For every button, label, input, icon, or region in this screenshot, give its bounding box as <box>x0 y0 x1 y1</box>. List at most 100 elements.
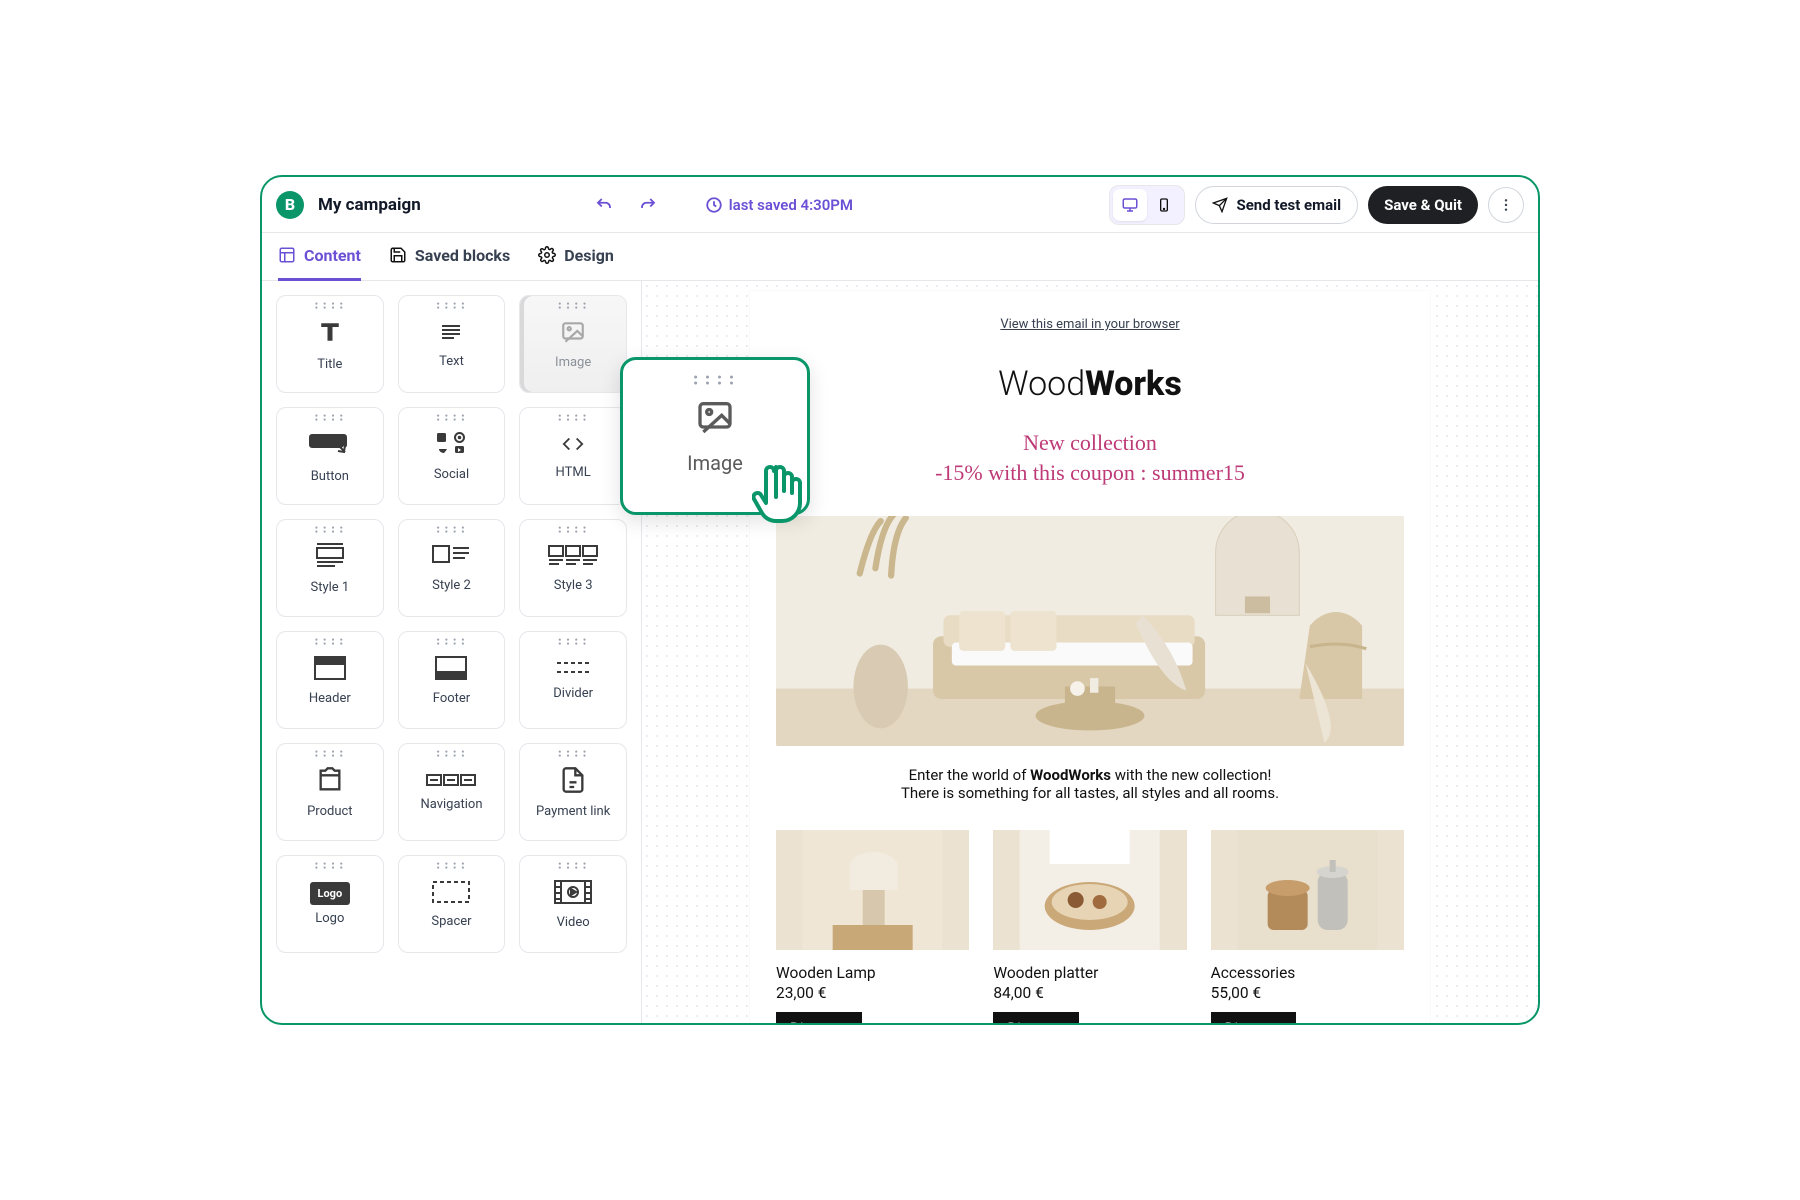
product-image <box>1211 830 1404 950</box>
product-name: Wooden platter <box>993 964 1186 982</box>
block-image-placeholder[interactable]: ● ● ● ●● ● ● ● Image <box>519 295 627 393</box>
discover-button[interactable]: Discover <box>993 1012 1079 1023</box>
last-saved-label: last saved 4:30PM <box>729 196 853 214</box>
drag-handle-icon: ● ● ● ●● ● ● ● <box>437 862 467 870</box>
block-style1-label: Style 1 <box>310 580 349 595</box>
promo-line-1: New collection <box>776 430 1404 456</box>
mobile-preview-button[interactable] <box>1147 189 1181 221</box>
email-brand: WoodWorks <box>776 364 1404 404</box>
discover-button[interactable]: Discover <box>1211 1012 1297 1023</box>
block-product[interactable]: ● ● ● ●● ● ● ● Product <box>276 743 384 841</box>
product-card[interactable]: Wooden Lamp 23,00 € Discover <box>776 830 969 1023</box>
divider-icon <box>555 660 591 680</box>
product-image <box>776 830 969 950</box>
block-spacer[interactable]: ● ● ● ●● ● ● ● Spacer <box>398 855 506 953</box>
block-style1[interactable]: ● ● ● ●● ● ● ● Style 1 <box>276 519 384 617</box>
brand-light: Wood <box>998 364 1085 404</box>
tab-saved-blocks-label: Saved blocks <box>415 246 510 265</box>
drag-handle-icon: ● ● ● ●● ● ● ● <box>315 638 345 646</box>
desktop-preview-button[interactable] <box>1113 189 1147 221</box>
brand-logo: B <box>276 191 304 219</box>
block-style3[interactable]: ● ● ● ●● ● ● ● Style 3 <box>519 519 627 617</box>
block-navigation[interactable]: ● ● ● ●● ● ● ● Navigation <box>398 743 506 841</box>
product-price: 23,00 € <box>776 984 969 1002</box>
block-image-label: Image <box>555 355 591 370</box>
block-style3-label: Style 3 <box>554 578 593 593</box>
tab-saved-blocks[interactable]: Saved blocks <box>389 233 510 281</box>
block-payment-link-label: Payment link <box>536 804 610 819</box>
block-text[interactable]: ● ● ● ●● ● ● ● Text <box>398 295 506 393</box>
product-card[interactable]: Accessories 55,00 € Discover <box>1211 830 1404 1023</box>
drag-handle-icon: ● ● ● ●● ● ● ● <box>315 526 345 534</box>
undo-button[interactable] <box>589 190 619 220</box>
drag-handle-icon: ● ● ● ●● ● ● ● <box>315 302 345 310</box>
drag-handle-icon: ● ● ● ●● ● ● ● <box>315 414 345 422</box>
block-html-label: HTML <box>556 465 591 480</box>
block-logo[interactable]: ● ● ● ●● ● ● ● Logo Logo <box>276 855 384 953</box>
tab-design[interactable]: Design <box>538 233 614 281</box>
video-icon <box>553 879 593 909</box>
block-html[interactable]: ● ● ● ●● ● ● ● HTML <box>519 407 627 505</box>
block-text-label: Text <box>439 354 464 369</box>
drag-handle-icon: ● ● ● ●● ● ● ● <box>437 750 467 758</box>
email-preview: View this email in your browser WoodWork… <box>750 291 1430 1023</box>
block-social[interactable]: ● ● ● ●● ● ● ● Social <box>398 407 506 505</box>
block-footer[interactable]: ● ● ● ●● ● ● ● Footer <box>398 631 506 729</box>
drag-handle-icon: ● ● ● ●● ● ● ● <box>558 638 588 646</box>
hero-image[interactable] <box>776 516 1404 746</box>
block-title[interactable]: ● ● ● ●● ● ● ● Title <box>276 295 384 393</box>
drag-handle-icon: ● ● ● ●● ● ● ● <box>437 302 467 310</box>
product-icon <box>315 766 345 798</box>
title-icon <box>315 317 345 351</box>
save-quit-label: Save & Quit <box>1384 196 1462 214</box>
last-saved: last saved 4:30PM <box>705 196 853 214</box>
block-spacer-label: Spacer <box>431 914 471 929</box>
block-social-label: Social <box>434 467 469 482</box>
logo-icon: Logo <box>310 882 351 905</box>
style2-icon <box>431 544 471 572</box>
block-style2-label: Style 2 <box>432 578 471 593</box>
tab-content[interactable]: Content <box>278 233 361 281</box>
save-quit-button[interactable]: Save & Quit <box>1368 186 1478 224</box>
drag-handle-icon: ● ● ● ●● ● ● ● <box>558 414 588 422</box>
send-test-button[interactable]: Send test email <box>1195 186 1358 224</box>
editor-tabs: Content Saved blocks Design <box>262 233 1538 281</box>
block-header[interactable]: ● ● ● ●● ● ● ● Header <box>276 631 384 729</box>
discover-button[interactable]: Discover <box>776 1012 862 1023</box>
payment-icon <box>558 766 588 798</box>
main: ● ● ● ●● ● ● ● Title ● ● ● ●● ● ● ● Text… <box>262 281 1538 1023</box>
image-icon <box>557 319 589 349</box>
block-style2[interactable]: ● ● ● ●● ● ● ● Style 2 <box>398 519 506 617</box>
product-price: 84,00 € <box>993 984 1186 1002</box>
html-icon <box>555 433 591 459</box>
drag-handle-icon: ● ● ● ●● ● ● ● <box>315 750 345 758</box>
block-payment-link[interactable]: ● ● ● ●● ● ● ● Payment link <box>519 743 627 841</box>
drag-handle-icon: ● ● ● ●● ● ● ● <box>558 302 588 310</box>
block-title-label: Title <box>317 357 342 372</box>
intro-suffix: with the new collection! <box>1111 766 1271 784</box>
intro-text: Enter the world of WoodWorks with the ne… <box>776 766 1404 802</box>
drag-handle-icon: ● ● ● ●● ● ● ● <box>558 862 588 870</box>
block-video[interactable]: ● ● ● ●● ● ● ● Video <box>519 855 627 953</box>
product-price: 55,00 € <box>1211 984 1404 1002</box>
products-row: Wooden Lamp 23,00 € Discover Wooden plat… <box>776 830 1404 1023</box>
redo-button[interactable] <box>633 190 663 220</box>
header-icon <box>313 655 347 685</box>
tab-design-label: Design <box>564 246 614 265</box>
block-button[interactable]: ● ● ● ●● ● ● ● Button <box>276 407 384 505</box>
app-frame: B My campaign last saved 4:30PM <box>260 175 1540 1025</box>
block-divider-label: Divider <box>553 686 593 701</box>
block-divider[interactable]: ● ● ● ●● ● ● ● Divider <box>519 631 627 729</box>
navigation-icon <box>425 772 477 791</box>
button-icon <box>308 429 352 463</box>
blocks-panel: ● ● ● ●● ● ● ● Title ● ● ● ●● ● ● ● Text… <box>262 281 642 1023</box>
view-in-browser-link[interactable]: View this email in your browser <box>776 317 1404 332</box>
social-icon <box>433 431 469 461</box>
intro-prefix: Enter the world of <box>909 766 1031 784</box>
footer-icon <box>434 655 468 685</box>
drag-handle-icon: ● ● ● ●● ● ● ● <box>693 374 736 386</box>
more-menu-button[interactable] <box>1488 187 1524 223</box>
style1-icon <box>311 542 349 574</box>
block-header-label: Header <box>309 691 351 706</box>
product-card[interactable]: Wooden platter 84,00 € Discover <box>993 830 1186 1023</box>
